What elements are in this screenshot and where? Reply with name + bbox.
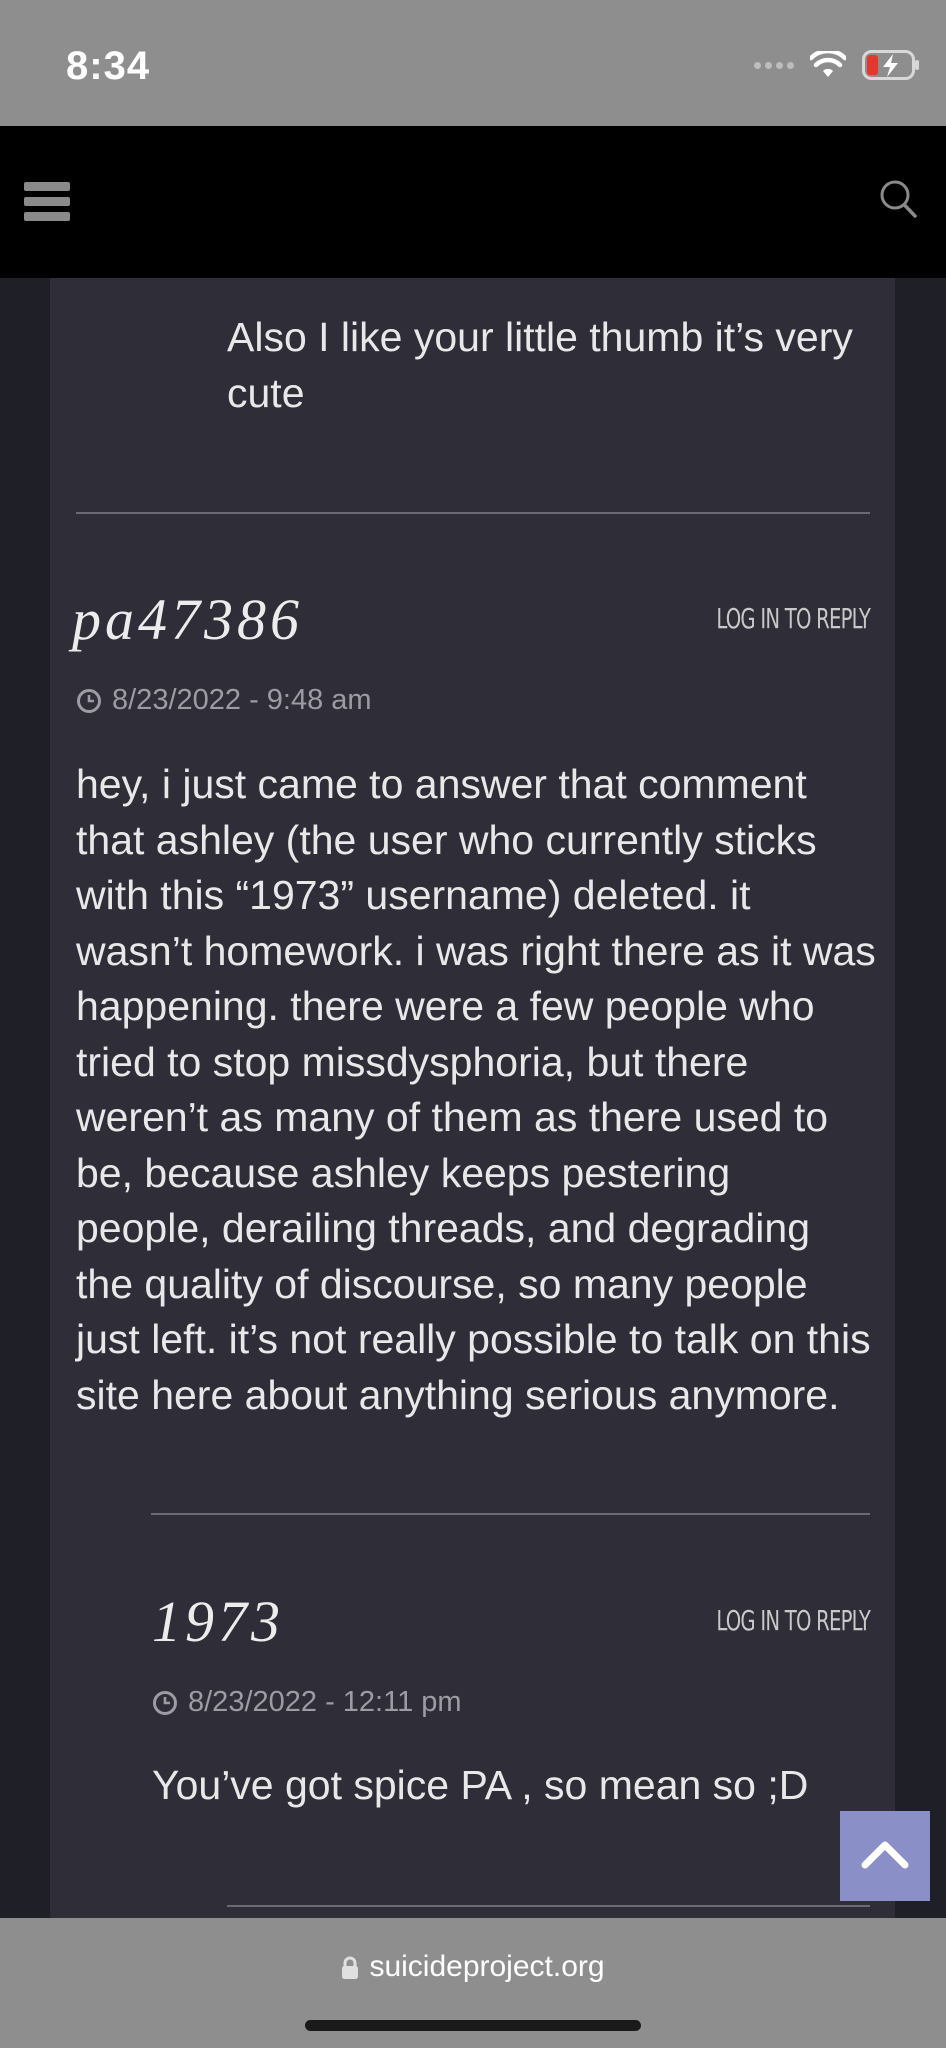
comment-divider: [76, 512, 870, 514]
hamburger-icon[interactable]: [24, 182, 70, 222]
lock-icon: [342, 1956, 359, 1980]
reply-meta: 8/23/2022 - 12:11 pm: [152, 1686, 462, 1719]
site-header: [0, 126, 946, 278]
chevron-up-icon: [861, 1841, 909, 1869]
reply-divider: [151, 1513, 870, 1515]
wifi-icon: [810, 51, 846, 77]
clock-icon: [153, 1690, 177, 1715]
browser-address-bar: suicideproject.org: [0, 1918, 946, 2048]
address-field[interactable]: suicideproject.org: [0, 1950, 946, 1984]
status-time: 8:34: [66, 44, 151, 88]
url-text: suicideproject.org: [369, 1950, 605, 1983]
login-to-reply-link[interactable]: LOG IN TO REPLY: [716, 602, 871, 635]
login-to-reply-link[interactable]: LOG IN TO REPLY: [716, 1604, 871, 1637]
back-to-top-button[interactable]: [840, 1811, 930, 1901]
signal-icon: [754, 61, 794, 69]
status-icons: [754, 50, 920, 80]
comment-body: hey, i just came to answer that comment …: [76, 761, 876, 1418]
status-bar: 8:34: [0, 0, 946, 126]
battery-icon: [862, 50, 919, 80]
previous-comment-tail: Also I like your little thumb it’s very …: [227, 314, 853, 416]
home-indicator[interactable]: [305, 2020, 641, 2031]
reply-body: You’ve got spice PA , so mean so ;D: [152, 1762, 809, 1808]
nested-divider: [227, 1905, 870, 1907]
comment-meta: 8/23/2022 - 9:48 am: [76, 684, 372, 717]
reply-author[interactable]: 1973: [152, 1588, 284, 1655]
comment-author[interactable]: pa47386: [72, 586, 303, 653]
comment-timestamp: 8/23/2022 - 9:48 am: [112, 684, 372, 716]
reply-timestamp: 8/23/2022 - 12:11 pm: [188, 1686, 462, 1718]
search-icon[interactable]: [878, 178, 918, 220]
clock-icon: [77, 688, 101, 713]
